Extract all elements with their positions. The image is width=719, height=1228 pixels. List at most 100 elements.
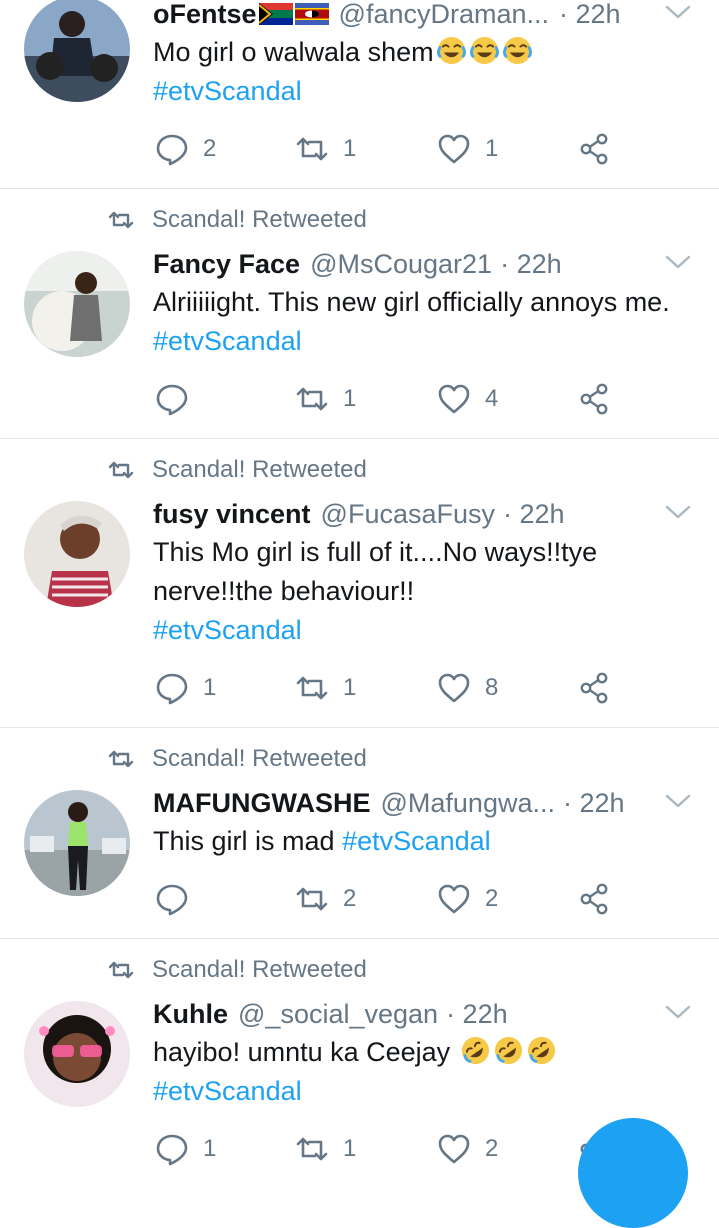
display-name[interactable]: oFentse (153, 0, 257, 30)
hashtag-link[interactable]: #etvScandal (153, 1076, 302, 1106)
user-handle[interactable]: @Mafungwa... (381, 788, 556, 819)
user-handle[interactable]: @FucasaFusy (321, 499, 495, 530)
tears-of-joy-emoji-icon (469, 35, 500, 66)
reply-icon (155, 132, 189, 166)
tweet-text: hayibo! umntu ka Ceejay #etvScandal (153, 1033, 693, 1111)
chevron-down-icon[interactable] (665, 1002, 691, 1022)
heart-icon (437, 132, 471, 166)
display-name[interactable]: Kuhle (153, 999, 228, 1030)
user-handle[interactable]: @fancyDraman... (339, 0, 549, 30)
avatar[interactable] (24, 1001, 130, 1107)
retweet-small-icon (108, 959, 134, 981)
heart-icon (437, 671, 471, 705)
retweeted-by-label: Scandal! Retweeted (108, 455, 367, 485)
retweet-count: 1 (343, 385, 357, 412)
like-count: 4 (485, 385, 499, 412)
tweet[interactable]: Scandal! Retweeted fusy vincent @FucasaF… (0, 439, 719, 727)
like-count: 2 (485, 885, 499, 912)
tweet-time: · 22h (446, 998, 508, 1029)
heart-icon (437, 382, 471, 416)
heart-icon (437, 1132, 471, 1166)
tweet-time: · 22h (503, 498, 565, 529)
rolling-laughing-emoji-icon (460, 1035, 491, 1066)
share-icon (577, 382, 611, 416)
reply-count: 2 (203, 135, 217, 162)
tweet-text: This girl is mad #etvScandal (153, 826, 491, 856)
retweet-button[interactable]: 1 (295, 381, 356, 417)
share-icon (577, 132, 611, 166)
display-name[interactable]: Fancy Face (153, 249, 300, 280)
reply-count: 1 (203, 1135, 217, 1162)
tears-of-joy-emoji-icon (502, 35, 533, 66)
like-button[interactable]: 4 (437, 381, 498, 417)
tweet-text: Alriiiiight. This new girl officially an… (153, 287, 670, 356)
retweet-count: 2 (343, 885, 357, 912)
like-button[interactable]: 8 (437, 670, 498, 706)
retweet-button[interactable]: 1 (295, 131, 356, 167)
share-icon (577, 671, 611, 705)
retweet-button[interactable]: 2 (295, 881, 356, 917)
tweet-time: · 22h (563, 787, 625, 818)
share-button[interactable] (577, 881, 625, 917)
retweeted-by-label: Scandal! Retweeted (108, 205, 367, 235)
tweet-time: · 22h (559, 0, 621, 29)
rolling-laughing-emoji-icon (493, 1035, 524, 1066)
retweet-icon (295, 882, 329, 916)
retweet-icon (295, 1132, 329, 1166)
retweeted-by-label: Scandal! Retweeted (108, 744, 367, 774)
tweet[interactable]: Scandal! Retweeted MAFUNGWASHE @Mafungwa… (0, 728, 719, 938)
hashtag-link[interactable]: #etvScandal (153, 76, 302, 106)
hashtag-link[interactable]: #etvScandal (153, 615, 302, 645)
tweet-text: Mo girl o walwala shem #etvScandal (153, 33, 693, 111)
avatar[interactable] (24, 501, 130, 607)
share-button[interactable] (577, 670, 625, 706)
user-handle[interactable]: @MsCougar21 (310, 249, 492, 280)
south-africa-flag-icon (258, 3, 293, 25)
like-count: 1 (485, 135, 499, 162)
avatar[interactable] (24, 251, 130, 357)
retweet-button[interactable]: 1 (295, 670, 356, 706)
user-handle[interactable]: @_social_vegan (238, 999, 438, 1030)
retweet-small-icon (108, 748, 134, 770)
compose-tweet-button[interactable] (578, 1118, 688, 1228)
hashtag-link[interactable]: #etvScandal (342, 826, 491, 856)
retweet-icon (295, 132, 329, 166)
reply-icon (155, 882, 189, 916)
reply-icon (155, 1132, 189, 1166)
share-icon (577, 882, 611, 916)
like-button[interactable]: 1 (437, 131, 498, 167)
retweet-icon (295, 382, 329, 416)
like-count: 2 (485, 1135, 499, 1162)
retweet-count: 1 (343, 135, 357, 162)
like-count: 8 (485, 674, 499, 701)
avatar[interactable] (24, 0, 130, 102)
share-button[interactable] (577, 381, 625, 417)
tweet[interactable]: Scandal! Retweeted Fancy Face @MsCougar2… (0, 189, 719, 438)
tweet[interactable]: oFentse @fancyDraman... · 22h Mo girl o … (0, 0, 719, 188)
swaziland-flag-icon (294, 3, 329, 25)
like-button[interactable]: 2 (437, 881, 498, 917)
chevron-down-icon[interactable] (665, 502, 691, 522)
chevron-down-icon[interactable] (665, 791, 691, 811)
retweet-small-icon (108, 209, 134, 231)
heart-icon (437, 882, 471, 916)
retweet-small-icon (108, 459, 134, 481)
reply-icon (155, 671, 189, 705)
reply-button[interactable] (155, 881, 203, 917)
display-name[interactable]: MAFUNGWASHE (153, 788, 371, 819)
reply-button[interactable] (155, 381, 203, 417)
retweet-count: 1 (343, 674, 357, 701)
reply-button[interactable]: 2 (155, 131, 216, 167)
retweet-count: 1 (343, 1135, 357, 1162)
chevron-down-icon[interactable] (665, 252, 691, 272)
display-name[interactable]: fusy vincent (153, 499, 311, 530)
share-button[interactable] (577, 131, 625, 167)
retweet-icon (295, 671, 329, 705)
rolling-laughing-emoji-icon (526, 1035, 557, 1066)
tweet-text: This Mo girl is full of it....No ways!!t… (153, 537, 598, 645)
chevron-down-icon[interactable] (665, 2, 691, 22)
reply-button[interactable]: 1 (155, 670, 216, 706)
avatar[interactable] (24, 790, 130, 896)
retweeted-by-label: Scandal! Retweeted (108, 955, 367, 985)
hashtag-link[interactable]: #etvScandal (153, 326, 302, 356)
